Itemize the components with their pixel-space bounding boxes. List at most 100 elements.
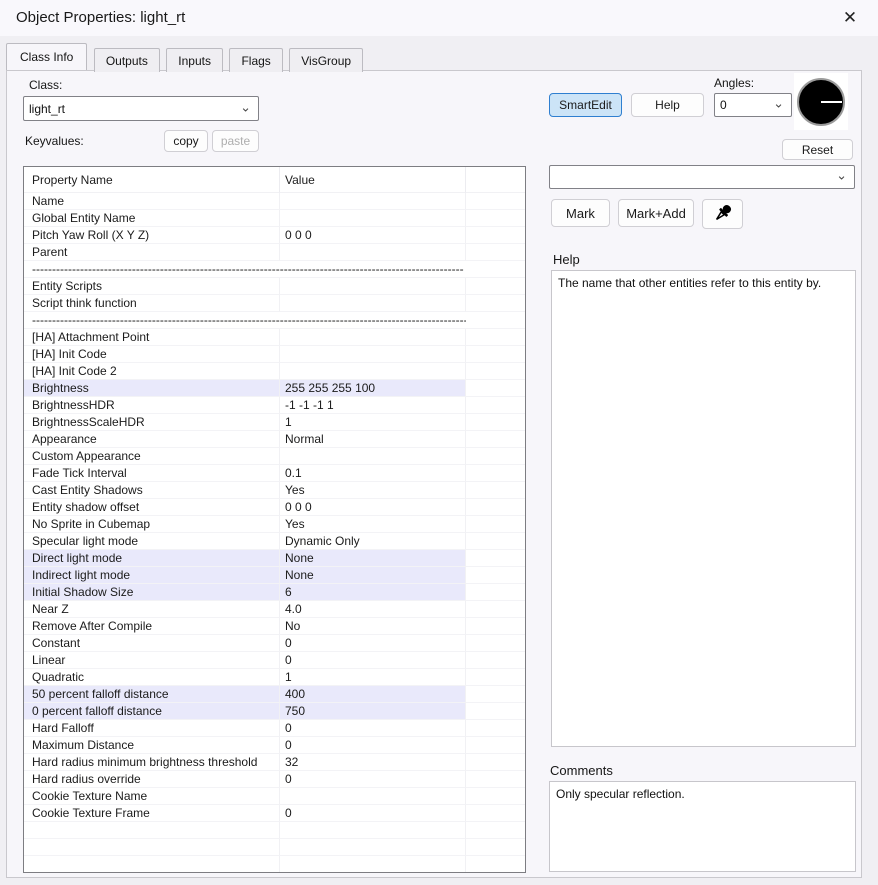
table-row[interactable]: Cookie Texture Name bbox=[24, 788, 525, 805]
mark-button[interactable]: Mark bbox=[551, 199, 610, 227]
table-row[interactable]: Cookie Texture Frame0 bbox=[24, 805, 525, 822]
table-row[interactable]: Entity Scripts bbox=[24, 278, 525, 295]
table-row[interactable]: Script think function bbox=[24, 295, 525, 312]
value-cell bbox=[280, 448, 466, 465]
value-cell: None bbox=[280, 550, 466, 567]
angles-label: Angles: bbox=[714, 76, 754, 90]
property-name-cell: Maximum Distance bbox=[24, 737, 280, 754]
table-row[interactable]: Maximum Distance0 bbox=[24, 737, 525, 754]
tab-inputs[interactable]: Inputs bbox=[166, 48, 223, 72]
table-row[interactable]: Brightness255 255 255 100 bbox=[24, 380, 525, 397]
mark-add-button[interactable]: Mark+Add bbox=[618, 199, 694, 227]
table-row[interactable]: Remove After CompileNo bbox=[24, 618, 525, 635]
table-row[interactable]: 0 percent falloff distance750 bbox=[24, 703, 525, 720]
angles-combobox-value: 0 bbox=[720, 98, 727, 112]
table-row[interactable]: Constant0 bbox=[24, 635, 525, 652]
table-row[interactable]: Fade Tick Interval0.1 bbox=[24, 465, 525, 482]
table-row[interactable]: Specular light modeDynamic Only bbox=[24, 533, 525, 550]
tab-visgroup[interactable]: VisGroup bbox=[289, 48, 363, 72]
row-extra-cell bbox=[466, 550, 525, 567]
property-name-cell: Cookie Texture Frame bbox=[24, 805, 280, 822]
property-name-cell: Appearance bbox=[24, 431, 280, 448]
class-combobox[interactable]: light_rt ⌄ bbox=[23, 96, 259, 121]
row-extra-cell bbox=[466, 431, 525, 448]
value-cell bbox=[280, 856, 466, 873]
value-combobox[interactable]: ⌄ bbox=[549, 165, 855, 189]
tab-outputs[interactable]: Outputs bbox=[94, 48, 160, 72]
row-extra-cell bbox=[466, 346, 525, 363]
table-row[interactable]: Custom Appearance bbox=[24, 448, 525, 465]
value-cell bbox=[280, 278, 466, 295]
table-row[interactable]: Indirect light modeNone bbox=[24, 567, 525, 584]
table-row[interactable]: BrightnessScaleHDR1 bbox=[24, 414, 525, 431]
tab-class-info[interactable]: Class Info bbox=[6, 43, 87, 70]
table-row[interactable] bbox=[24, 822, 525, 839]
angles-combobox[interactable]: 0 ⌄ bbox=[714, 93, 792, 117]
value-cell: 0 bbox=[280, 652, 466, 669]
table-row[interactable]: Hard Falloff0 bbox=[24, 720, 525, 737]
table-row[interactable]: Global Entity Name bbox=[24, 210, 525, 227]
property-name-cell: Fade Tick Interval bbox=[24, 465, 280, 482]
angle-circle-icon bbox=[797, 78, 845, 126]
row-extra-cell bbox=[466, 482, 525, 499]
table-row[interactable] bbox=[24, 856, 525, 873]
property-name-cell bbox=[24, 839, 280, 856]
table-row[interactable]: Cast Entity ShadowsYes bbox=[24, 482, 525, 499]
value-cell bbox=[280, 839, 466, 856]
value-cell: 750 bbox=[280, 703, 466, 720]
row-extra-cell bbox=[466, 193, 525, 210]
row-extra-cell bbox=[466, 567, 525, 584]
table-row[interactable]: AppearanceNormal bbox=[24, 431, 525, 448]
table-row[interactable]: Parent bbox=[24, 244, 525, 261]
table-row[interactable]: Direct light modeNone bbox=[24, 550, 525, 567]
table-row[interactable]: [HA] Init Code bbox=[24, 346, 525, 363]
table-row[interactable]: 50 percent falloff distance400 bbox=[24, 686, 525, 703]
property-name-cell: Constant bbox=[24, 635, 280, 652]
eyedropper-button[interactable] bbox=[702, 199, 743, 229]
value-cell: 1 bbox=[280, 669, 466, 686]
property-table[interactable]: Property Name Value NameGlobal Entity Na… bbox=[23, 166, 526, 873]
row-extra-cell bbox=[466, 210, 525, 227]
property-name-cell: Cookie Texture Name bbox=[24, 788, 280, 805]
help-text: The name that other entities refer to th… bbox=[558, 276, 821, 290]
table-row[interactable]: Entity shadow offset0 0 0 bbox=[24, 499, 525, 516]
comments-textarea[interactable] bbox=[549, 781, 856, 872]
row-extra-cell bbox=[466, 856, 525, 873]
property-name-cell: [HA] Attachment Point bbox=[24, 329, 280, 346]
close-icon[interactable]: ✕ bbox=[828, 0, 872, 36]
help-button[interactable]: Help bbox=[631, 93, 704, 117]
property-name-cell: Name bbox=[24, 193, 280, 210]
table-row[interactable]: Initial Shadow Size6 bbox=[24, 584, 525, 601]
property-name-cell: Quadratic bbox=[24, 669, 280, 686]
table-row[interactable]: Hard radius override0 bbox=[24, 771, 525, 788]
copy-button[interactable]: copy bbox=[164, 130, 208, 152]
value-cell bbox=[280, 788, 466, 805]
angle-dial[interactable] bbox=[794, 73, 848, 130]
value-cell bbox=[280, 329, 466, 346]
table-row[interactable]: Name bbox=[24, 193, 525, 210]
row-extra-cell bbox=[466, 737, 525, 754]
reset-button[interactable]: Reset bbox=[782, 139, 853, 160]
smartedit-button[interactable]: SmartEdit bbox=[549, 93, 622, 117]
table-row[interactable]: Quadratic1 bbox=[24, 669, 525, 686]
paste-button[interactable]: paste bbox=[212, 130, 259, 152]
property-name-cell: [HA] Init Code 2 bbox=[24, 363, 280, 380]
table-row[interactable]: [HA] Init Code 2 bbox=[24, 363, 525, 380]
table-row[interactable]: Near Z4.0 bbox=[24, 601, 525, 618]
tab-flags[interactable]: Flags bbox=[229, 48, 282, 72]
table-row[interactable]: Pitch Yaw Roll (X Y Z)0 0 0 bbox=[24, 227, 525, 244]
table-row[interactable]: BrightnessHDR-1 -1 -1 1 bbox=[24, 397, 525, 414]
table-row[interactable]: Linear0 bbox=[24, 652, 525, 669]
table-row[interactable]: [HA] Attachment Point bbox=[24, 329, 525, 346]
row-extra-cell bbox=[466, 329, 525, 346]
table-separator-row[interactable]: ----------------------------------------… bbox=[24, 261, 525, 278]
property-table-header: Property Name Value bbox=[24, 167, 525, 193]
table-row[interactable]: Hard radius minimum brightness threshold… bbox=[24, 754, 525, 771]
row-extra-cell bbox=[466, 720, 525, 737]
table-row[interactable] bbox=[24, 839, 525, 856]
table-separator-row[interactable]: ----------------------------------------… bbox=[24, 312, 525, 329]
property-name-cell: Cast Entity Shadows bbox=[24, 482, 280, 499]
row-extra-cell bbox=[466, 278, 525, 295]
header-value: Value bbox=[280, 167, 466, 193]
table-row[interactable]: No Sprite in CubemapYes bbox=[24, 516, 525, 533]
